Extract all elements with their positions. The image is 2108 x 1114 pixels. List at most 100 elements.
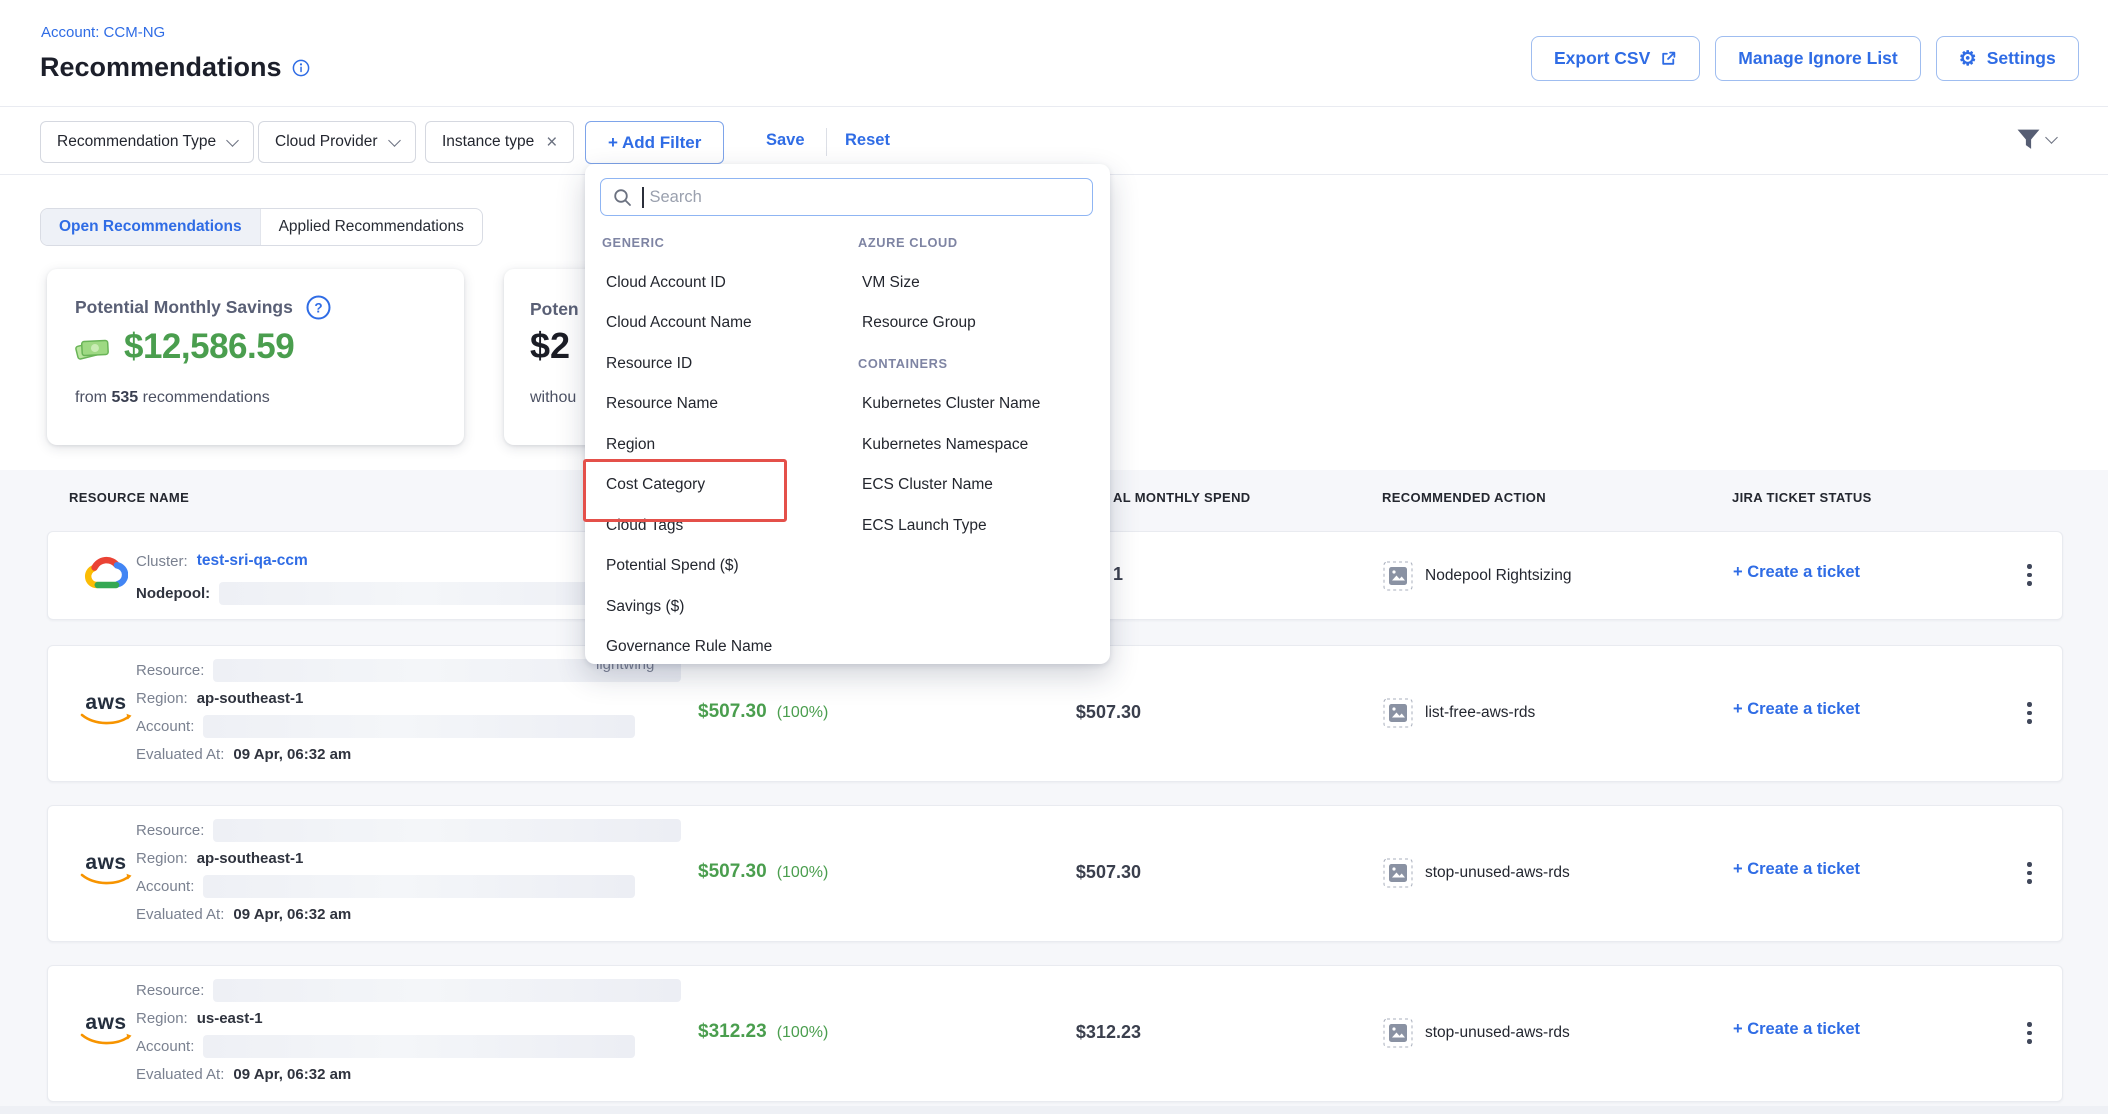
filter-option-resource-group[interactable]: Resource Group [858, 303, 1098, 344]
savings-percent: (100%) [777, 704, 829, 722]
gear-icon: ⚙ [1959, 49, 1977, 69]
filter-column-azure-containers: AZURE CLOUD VM Size Resource Group CONTA… [858, 222, 1098, 546]
save-filter-link[interactable]: Save [766, 131, 805, 150]
filter-section-title: AZURE CLOUD [858, 222, 1098, 263]
reset-filter-link[interactable]: Reset [845, 131, 890, 150]
redacted-value [203, 875, 635, 898]
cash-icon [75, 333, 112, 362]
filter-search-box[interactable] [600, 178, 1093, 216]
close-icon[interactable]: × [546, 133, 557, 152]
chip-label: Instance type [442, 133, 534, 151]
region-label: Region: [136, 1010, 188, 1027]
filter-panel-toggle[interactable] [2016, 128, 2056, 151]
monthly-spend-value: $312.23 [978, 1022, 1141, 1043]
filter-option-potential-spend[interactable]: Potential Spend ($) [602, 546, 837, 587]
evaluated-line: Evaluated At: 09 Apr, 06:32 am [136, 1061, 351, 1087]
filter-option-ecs-cluster-name[interactable]: ECS Cluster Name [858, 465, 1098, 506]
evaluated-value: 09 Apr, 06:32 am [233, 1066, 351, 1083]
cluster-name-link[interactable]: test-sri-qa-ccm [197, 552, 308, 570]
image-placeholder-icon [1383, 858, 1413, 888]
cluster-line: Cluster: test-sri-qa-ccm [136, 548, 308, 574]
subtext-prefix: from [75, 389, 107, 406]
search-input[interactable] [648, 187, 1081, 208]
resource-label: Resource: [136, 662, 204, 679]
monthly-spend-value: $507.30 [978, 702, 1141, 723]
region-value: us-east-1 [197, 1010, 263, 1027]
monthly-savings-cell: $507.30 (100%) [698, 861, 828, 883]
breadcrumb[interactable]: Account: CCM-NG [41, 24, 165, 41]
column-header-recommended-action: RECOMMENDED ACTION [1382, 490, 1546, 505]
filter-option-governance-rule-name[interactable]: Governance Rule Name [602, 627, 837, 668]
card-title: Potential Monthly Savings [75, 297, 293, 318]
aws-icon: aws [78, 692, 134, 726]
filter-chip-cloud-provider[interactable]: Cloud Provider [258, 121, 416, 163]
chevron-down-icon [226, 134, 239, 147]
kebab-menu-icon[interactable] [2021, 696, 2038, 730]
redacted-value [203, 715, 635, 738]
create-ticket-link[interactable]: + Create a ticket [1733, 1020, 1860, 1039]
resource-label: Resource: [136, 822, 204, 839]
add-filter-dropdown: GENERIC Cloud Account ID Cloud Account N… [585, 164, 1110, 664]
image-placeholder-icon [1383, 1018, 1413, 1048]
tab-open-recommendations[interactable]: Open Recommendations [41, 209, 260, 245]
cluster-label: Cluster: [136, 553, 188, 570]
search-icon [613, 188, 632, 207]
create-ticket-link[interactable]: + Create a ticket [1733, 860, 1860, 879]
export-csv-button[interactable]: Export CSV [1531, 36, 1700, 81]
header-actions: Export CSV Manage Ignore List ⚙ Settings [1531, 36, 2079, 81]
column-header-jira-ticket-status: JIRA TICKET STATUS [1732, 490, 1872, 505]
filter-option-savings[interactable]: Savings ($) [602, 587, 837, 628]
filter-option-region[interactable]: Region [602, 425, 837, 466]
potential-monthly-savings-card: Potential Monthly Savings ? $12,586.59 f… [47, 269, 464, 445]
monthly-spend-value-partial: 1 [1113, 564, 1123, 585]
filter-chip-instance-type[interactable]: Instance type × [425, 121, 574, 163]
gcp-icon [84, 554, 128, 599]
savings-amount: $12,586.59 [124, 327, 294, 367]
add-filter-button[interactable]: + Add Filter [585, 121, 724, 164]
resource-line: Resource: [136, 817, 681, 843]
filter-option-vm-size[interactable]: VM Size [858, 263, 1098, 304]
table-row: aws Resource: Region: ap-southeast-1 Acc… [47, 805, 2063, 942]
filter-option-cloud-tags[interactable]: Cloud Tags [602, 506, 837, 547]
filter-funnel-icon [2016, 128, 2041, 151]
filter-option-ecs-launch-type[interactable]: ECS Launch Type [858, 506, 1098, 547]
create-ticket-link[interactable]: + Create a ticket [1733, 563, 1860, 582]
monthly-spend-value: $507.30 [978, 862, 1141, 883]
redacted-value [213, 819, 681, 842]
manage-ignore-list-button[interactable]: Manage Ignore List [1715, 36, 1920, 81]
savings-percent: (100%) [777, 1024, 829, 1042]
evaluated-label: Evaluated At: [136, 746, 224, 763]
filter-option-kubernetes-namespace[interactable]: Kubernetes Namespace [858, 425, 1098, 466]
filter-section-title: CONTAINERS [858, 344, 1098, 385]
chip-label: Recommendation Type [57, 133, 216, 151]
recommendations-page: Account: CCM-NG Recommendations Export C… [0, 0, 2108, 1114]
export-csv-label: Export CSV [1554, 48, 1650, 69]
filter-option-cloud-account-id[interactable]: Cloud Account ID [602, 263, 837, 304]
settings-button[interactable]: ⚙ Settings [1936, 36, 2079, 81]
filter-option-cost-category[interactable]: Cost Category [602, 465, 837, 506]
filter-chip-recommendation-type[interactable]: Recommendation Type [40, 121, 254, 163]
savings-amount: $507.30 [698, 701, 767, 723]
redacted-value [203, 1035, 635, 1058]
kebab-menu-icon[interactable] [2021, 856, 2038, 890]
filter-option-cloud-account-name[interactable]: Cloud Account Name [602, 303, 837, 344]
question-icon[interactable]: ? [306, 295, 331, 320]
spend-amount-row: $2 [530, 325, 570, 367]
tab-applied-recommendations[interactable]: Applied Recommendations [260, 209, 482, 245]
kebab-menu-icon[interactable] [2021, 1016, 2038, 1050]
chip-label: Cloud Provider [275, 133, 378, 151]
create-ticket-link[interactable]: + Create a ticket [1733, 700, 1860, 719]
region-line: Region: us-east-1 [136, 1005, 263, 1031]
region-value: ap-southeast-1 [197, 690, 304, 707]
info-icon[interactable] [292, 59, 310, 77]
filter-option-resource-name[interactable]: Resource Name [602, 384, 837, 425]
chevron-down-icon [2045, 131, 2058, 144]
filter-option-kubernetes-cluster-name[interactable]: Kubernetes Cluster Name [858, 384, 1098, 425]
recommended-action-label: stop-unused-aws-rds [1425, 1024, 1570, 1042]
filter-section-title: GENERIC [602, 222, 837, 263]
filter-option-resource-id[interactable]: Resource ID [602, 344, 837, 385]
savings-amount: $312.23 [698, 1021, 767, 1043]
table-row: aws Resource: Region: ap-southeast-1 Acc… [47, 645, 2063, 782]
kebab-menu-icon[interactable] [2021, 558, 2038, 592]
redacted-value [213, 979, 681, 1002]
